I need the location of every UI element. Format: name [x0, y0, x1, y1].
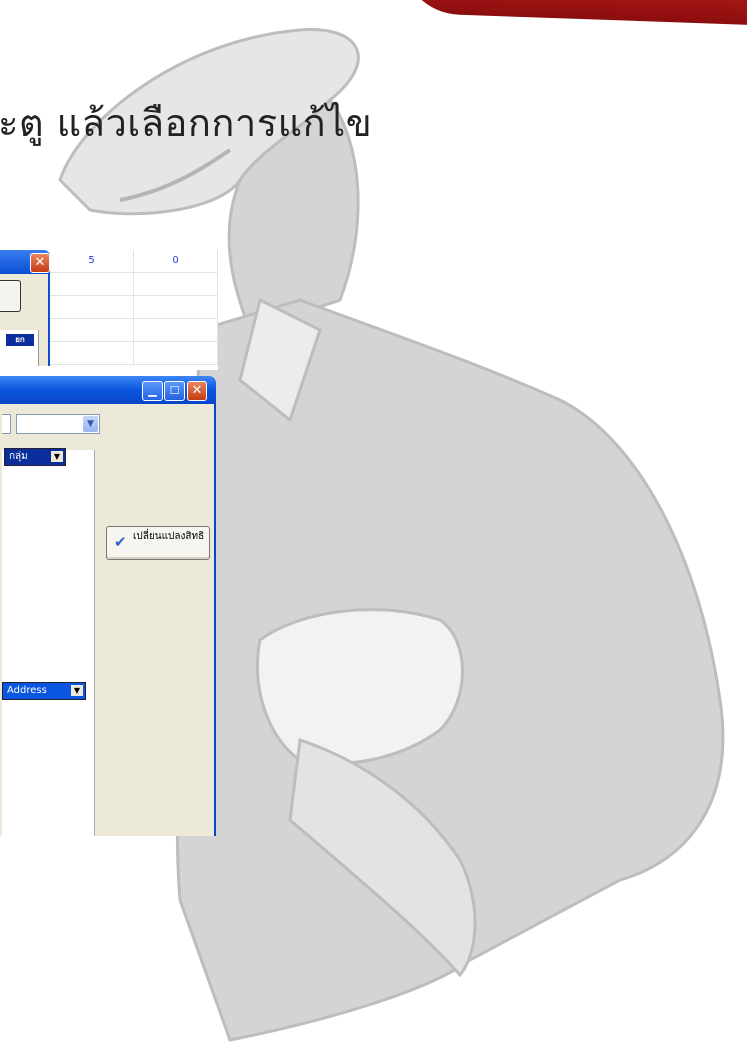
column-header-address[interactable]: Address ▼: [2, 682, 86, 700]
table-row: [50, 319, 218, 342]
table-cell: 5: [50, 250, 134, 272]
column-header-group[interactable]: กลุ่ม ▼: [4, 448, 66, 466]
change-permission-button[interactable]: ✔ เปลี่ยนแปลงสิทธิ: [106, 526, 210, 560]
table-cell: 0: [134, 250, 218, 272]
data-grid: 5 0: [50, 250, 218, 370]
window-body: ▼ กลุ่ม ▼ Address ▼ ✔ เปลี่ยนแปลงสิทธิ: [0, 404, 216, 836]
column-header-label: Address: [7, 685, 47, 696]
table-cell: [134, 296, 218, 318]
close-icon[interactable]: ✕: [187, 381, 207, 401]
table-cell: [134, 342, 218, 364]
table-cell: [134, 273, 218, 295]
permission-window: ▁ ☐ ✕ ▼ กลุ่ม ▼ Address ▼ ✔ เปลี่ยนแปลงส…: [0, 376, 216, 836]
window-titlebar: ▁ ☐ ✕: [0, 376, 216, 404]
chevron-down-icon[interactable]: ▼: [83, 416, 98, 432]
table-cell: [50, 273, 134, 295]
slide-title: ะตู แล้วเลือกการแก้ไข: [0, 101, 373, 145]
minimize-icon[interactable]: ▁: [142, 381, 163, 401]
table-cell: [50, 296, 134, 318]
group-grid[interactable]: กลุ่ม ▼: [2, 448, 95, 681]
table-cell: [50, 319, 134, 341]
dropdown-icon[interactable]: ▼: [71, 685, 83, 696]
table-cell: [50, 342, 134, 364]
column-header-label: กลุ่ม: [9, 451, 28, 462]
table-row: [50, 273, 218, 296]
dropdown-icon[interactable]: ▼: [51, 451, 63, 462]
address-grid[interactable]: Address ▼: [2, 680, 95, 836]
close-icon[interactable]: ✕: [30, 253, 50, 273]
dialog-window-top: ✕ ยก: [0, 250, 50, 370]
button-label: เปลี่ยนแปลงสิทธิ: [133, 531, 205, 542]
selected-label: ยก: [6, 334, 34, 346]
maximize-icon[interactable]: ☐: [164, 381, 185, 401]
table-cell: [134, 319, 218, 341]
table-row: [50, 342, 218, 365]
check-icon: ✔: [114, 533, 127, 551]
input-fragment[interactable]: [2, 414, 11, 434]
table-row: 5 0: [50, 250, 218, 273]
table-row: [50, 296, 218, 319]
filter-select[interactable]: ▼: [16, 414, 100, 434]
button-fragment[interactable]: [0, 280, 21, 312]
